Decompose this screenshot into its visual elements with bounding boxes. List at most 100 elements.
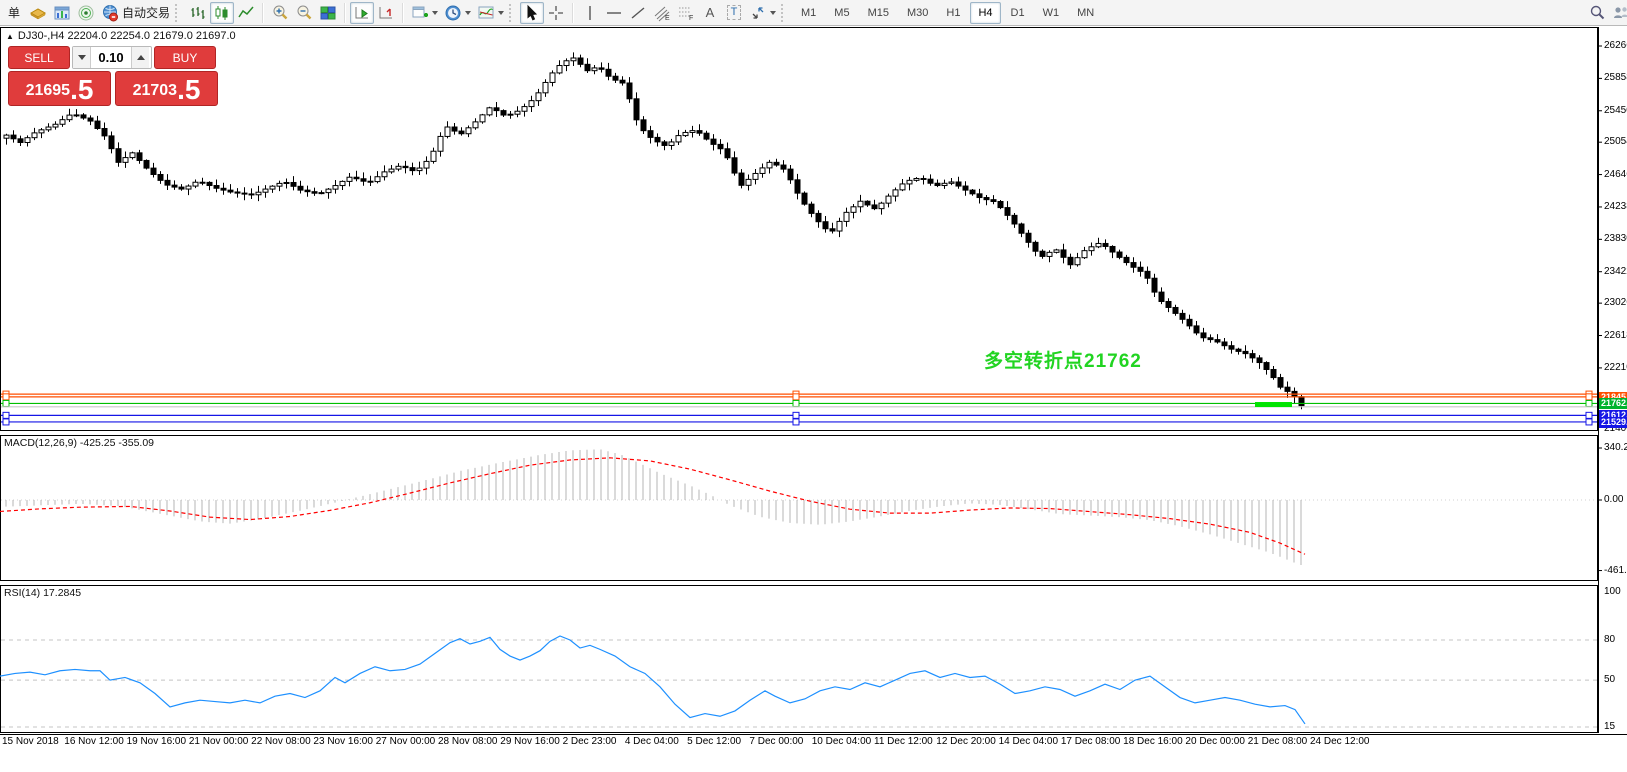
time-axis-label[interactable]: 19 Nov 16:00 xyxy=(127,736,187,747)
candle-body xyxy=(67,115,72,120)
buy-price-display[interactable]: 21703.5 xyxy=(115,71,218,106)
zoom-in-button[interactable] xyxy=(268,2,292,24)
timeframe-button-W1[interactable]: W1 xyxy=(1035,2,1068,24)
chart-annotation[interactable]: 多空转折点21762 xyxy=(984,346,1142,373)
line-handle[interactable] xyxy=(793,394,799,400)
zoom-out-button[interactable] xyxy=(292,2,316,24)
volume-input[interactable] xyxy=(91,47,131,68)
candle-body xyxy=(81,115,86,118)
timeframe-button-H4[interactable]: H4 xyxy=(970,2,1000,24)
time-axis-label[interactable]: 17 Dec 08:00 xyxy=(1061,736,1121,747)
time-axis-label[interactable]: 2 Dec 23:00 xyxy=(563,736,617,747)
line-handle[interactable] xyxy=(1586,419,1592,425)
line-handle[interactable] xyxy=(1586,400,1592,406)
time-axis-label[interactable]: 5 Dec 12:00 xyxy=(687,736,741,747)
community-button[interactable] xyxy=(1609,2,1627,24)
timeframe-button-D1[interactable]: D1 xyxy=(1003,2,1033,24)
equidistant-channel-button[interactable]: E xyxy=(650,2,674,24)
line-handle[interactable] xyxy=(3,412,9,418)
time-axis-label[interactable]: 23 Nov 16:00 xyxy=(313,736,373,747)
signals-button[interactable] xyxy=(74,2,98,24)
text-tool-button[interactable]: A xyxy=(698,2,722,24)
timeframe-button-M1[interactable]: M1 xyxy=(793,2,824,24)
tile-windows-button[interactable] xyxy=(316,2,340,24)
text-label-tool-button[interactable]: T xyxy=(722,2,746,24)
time-axis-label[interactable]: 22 Nov 08:00 xyxy=(251,736,311,747)
timeframe-button-M30[interactable]: M30 xyxy=(899,2,936,24)
time-axis-label[interactable]: 21 Dec 08:00 xyxy=(1248,736,1308,747)
time-axis-label[interactable]: 27 Nov 00:00 xyxy=(376,736,436,747)
candle-body xyxy=(305,190,310,192)
chart-canvas[interactable] xyxy=(0,26,1627,772)
timeframe-button-M5[interactable]: M5 xyxy=(826,2,857,24)
time-axis-label[interactable]: 12 Dec 20:00 xyxy=(936,736,996,747)
line-handle[interactable] xyxy=(1586,394,1592,400)
sell-price-display[interactable]: 21695.5 xyxy=(8,71,111,106)
time-axis-label[interactable]: 16 Nov 12:00 xyxy=(64,736,124,747)
new-order-button[interactable]: 单 xyxy=(2,2,26,24)
vertical-line-tool-button[interactable] xyxy=(578,2,602,24)
time-axis-label[interactable]: 7 Dec 00:00 xyxy=(749,736,803,747)
chevron-down-icon[interactable] xyxy=(770,11,776,15)
arrows-tool-button[interactable] xyxy=(746,2,779,24)
chevron-down-icon[interactable] xyxy=(498,11,504,15)
candlestick-chart-button[interactable] xyxy=(210,2,234,24)
timeframe-button-M15[interactable]: M15 xyxy=(860,2,897,24)
sell-button[interactable]: SELL xyxy=(8,46,70,69)
toolbar-grip xyxy=(781,4,788,22)
price-axis-tick: 22210.0 xyxy=(1604,362,1627,373)
collapse-triangle-icon[interactable]: ▲ xyxy=(6,32,14,41)
candle-body xyxy=(1110,246,1115,252)
cursor-button[interactable] xyxy=(520,2,544,24)
horizontal-line-tool-button[interactable] xyxy=(602,2,626,24)
line-handle[interactable] xyxy=(3,419,9,425)
volume-decrease-button[interactable] xyxy=(73,47,91,68)
market-watch-button[interactable] xyxy=(50,2,74,24)
candle-body xyxy=(746,179,751,185)
timeframe-button-H1[interactable]: H1 xyxy=(938,2,968,24)
fibonacci-tool-button[interactable]: F xyxy=(674,2,698,24)
search-button[interactable] xyxy=(1585,2,1609,24)
time-axis-label[interactable]: 15 Nov 2018 xyxy=(2,736,59,747)
candle-body xyxy=(228,190,233,192)
time-axis-label[interactable]: 11 Dec 12:00 xyxy=(874,736,933,747)
chevron-down-icon[interactable] xyxy=(432,11,438,15)
candle-body xyxy=(53,124,58,127)
time-axis-label[interactable]: 21 Nov 00:00 xyxy=(189,736,249,747)
time-axis-label[interactable]: 10 Dec 04:00 xyxy=(812,736,872,747)
time-axis-label[interactable]: 20 Dec 00:00 xyxy=(1185,736,1245,747)
indicators-button[interactable] xyxy=(474,2,507,24)
new-chart-button[interactable] xyxy=(408,2,441,24)
crosshair-button[interactable] xyxy=(544,2,568,24)
green-marker[interactable] xyxy=(1255,402,1292,407)
line-handle[interactable] xyxy=(3,400,9,406)
time-axis-label[interactable]: 24 Dec 12:00 xyxy=(1310,736,1370,747)
chevron-down-icon[interactable] xyxy=(465,11,471,15)
line-chart-button[interactable] xyxy=(234,2,258,24)
volume-increase-button[interactable] xyxy=(131,47,149,68)
time-axis-label[interactable]: 18 Dec 16:00 xyxy=(1123,736,1183,747)
auto-scroll-button[interactable] xyxy=(350,2,374,24)
history-center-button[interactable] xyxy=(26,2,50,24)
buy-button[interactable]: BUY xyxy=(154,46,216,69)
line-handle[interactable] xyxy=(793,412,799,418)
time-axis-label[interactable]: 14 Dec 04:00 xyxy=(999,736,1059,747)
line-handle[interactable] xyxy=(1586,412,1592,418)
trendline-tool-button[interactable] xyxy=(626,2,650,24)
line-handle[interactable] xyxy=(793,419,799,425)
history-icon xyxy=(29,4,47,22)
time-axis-label[interactable]: 4 Dec 04:00 xyxy=(625,736,679,747)
rsi-pane-border xyxy=(1,586,1598,733)
timeframe-button-MN[interactable]: MN xyxy=(1069,2,1102,24)
bar-chart-button[interactable] xyxy=(186,2,210,24)
line-handle[interactable] xyxy=(3,394,9,400)
time-axis-label[interactable]: 29 Nov 16:00 xyxy=(500,736,560,747)
auto-trading-button[interactable]: 自动交易 xyxy=(98,2,173,24)
candle-body xyxy=(844,212,849,221)
time-axis-label[interactable]: 28 Nov 08:00 xyxy=(438,736,498,747)
candle-body xyxy=(25,138,30,143)
line-handle[interactable] xyxy=(793,400,799,406)
chart-shift-button[interactable] xyxy=(374,2,398,24)
candle-body xyxy=(634,99,639,120)
periods-button[interactable] xyxy=(441,2,474,24)
